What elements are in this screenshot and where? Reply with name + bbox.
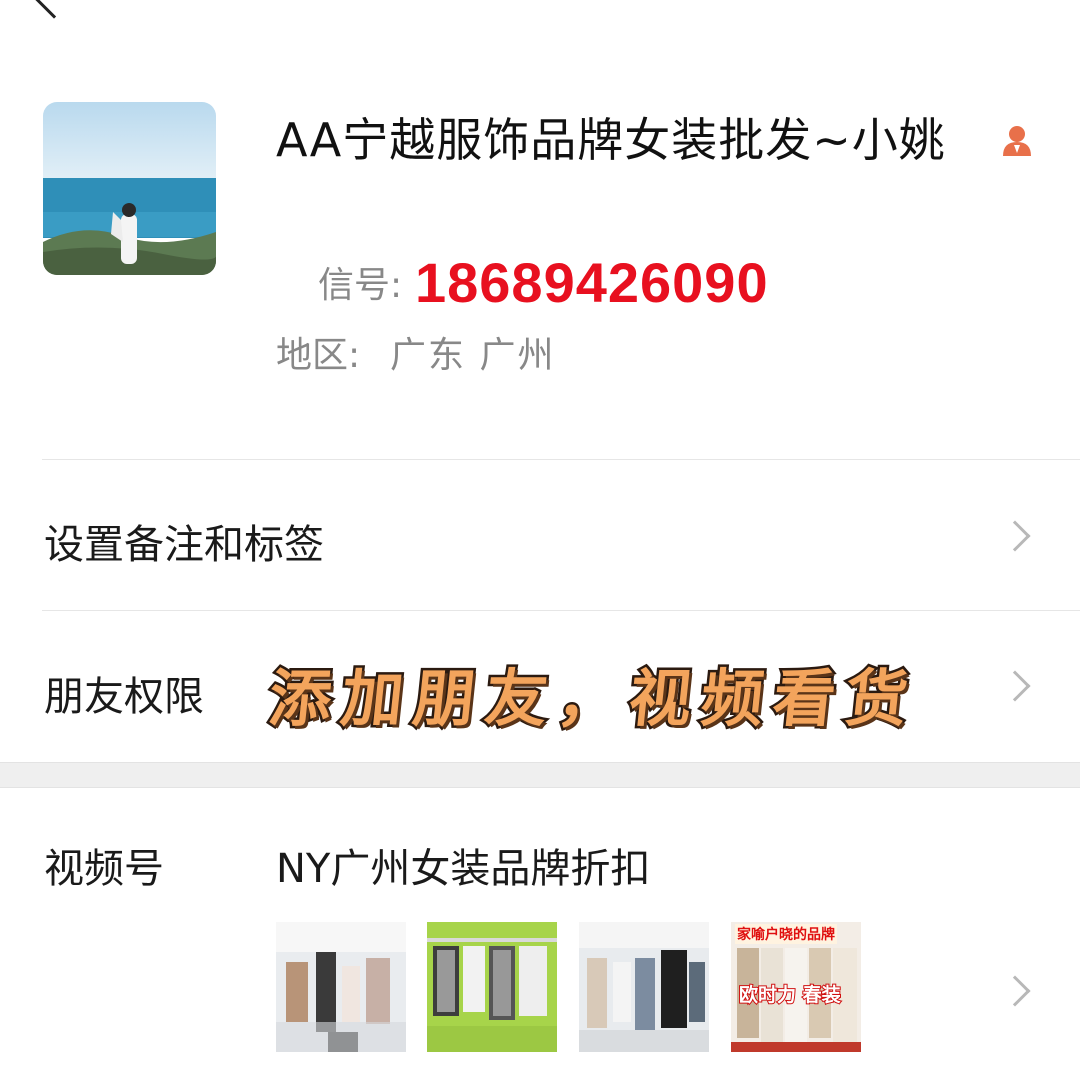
wechat-id-value: 18689426090 xyxy=(415,251,769,314)
divider xyxy=(42,459,1080,460)
chevron-right-icon xyxy=(999,520,1031,552)
channel-name: NY广州女装品牌折扣 xyxy=(276,846,651,892)
wechat-id-label: 信号: xyxy=(318,265,403,306)
thumbnail-caption: 家喻户晓的品牌 xyxy=(735,924,837,944)
chevron-right-icon xyxy=(999,975,1031,1007)
channel-thumbnail[interactable] xyxy=(276,922,406,1052)
person-badge-icon xyxy=(1000,123,1034,157)
remark-label: 设置备注和标签 xyxy=(44,522,324,568)
permission-label: 朋友权限 xyxy=(44,674,204,720)
promo-text: 添加朋友，视频看货 xyxy=(263,660,924,738)
avatar[interactable] xyxy=(43,102,216,275)
channel-label: 视频号 xyxy=(44,846,164,892)
divider xyxy=(42,610,1080,611)
section-gap xyxy=(0,762,1080,788)
channel-thumbnail[interactable] xyxy=(579,922,709,1052)
channel-thumbnail[interactable]: 家喻户晓的品牌 欧时力 春装 xyxy=(731,922,861,1052)
thumbnail-caption: 欧时力 春装 xyxy=(738,983,842,1007)
profile-name: AA宁越服饰品牌女装批发~小姚 xyxy=(276,113,946,167)
back-arrow-icon[interactable] xyxy=(31,0,77,19)
region-label: 地区: xyxy=(276,335,361,376)
chevron-right-icon xyxy=(999,670,1031,702)
channel-thumbnail[interactable] xyxy=(427,922,557,1052)
region-value: 广东 广州 xyxy=(390,335,556,376)
